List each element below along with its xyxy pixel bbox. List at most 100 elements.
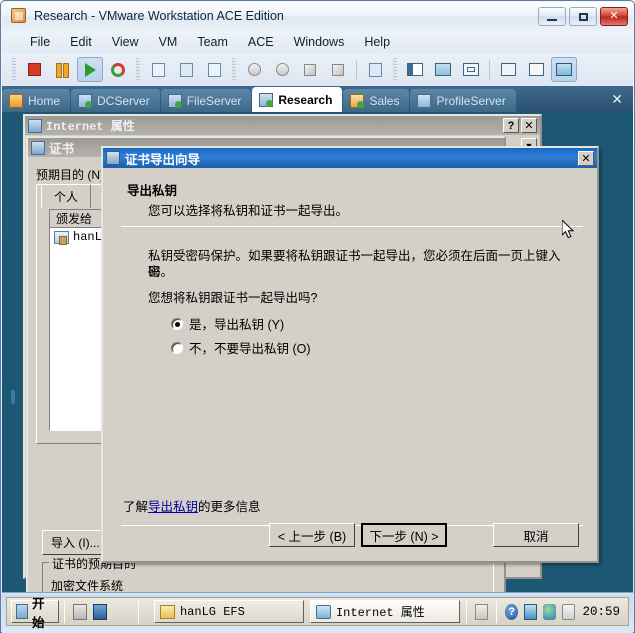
tab-profileserver[interactable]: ProfileServer <box>410 89 516 112</box>
menu-file[interactable]: File <box>20 32 60 52</box>
menu-view[interactable]: View <box>102 32 149 52</box>
tab-sales[interactable]: Sales <box>343 89 410 112</box>
reset-icon <box>111 62 125 77</box>
fullscreen-button[interactable] <box>430 57 456 82</box>
start-icon <box>16 604 29 619</box>
certificate-icon <box>54 230 69 245</box>
taskbar-separator-1 <box>63 600 65 623</box>
tab-research[interactable]: Research <box>252 87 343 112</box>
radio-export-private-key-no[interactable]: 不，不要导出私钥 (O) <box>171 338 311 357</box>
toolbar-grip-4[interactable] <box>393 58 397 81</box>
tab-label: Research <box>278 92 333 107</box>
certificate-export-wizard-dialog[interactable]: 证书导出向导 ✕ 导出私钥 您可以选择将私钥和证书一起导出。 私钥受密码保护。如… <box>101 146 599 563</box>
close-button[interactable]: ✕ <box>521 118 537 133</box>
tab-dcserver[interactable]: DCServer <box>71 89 160 112</box>
taskbar-separator-3 <box>466 600 467 623</box>
taskbar-separator-4 <box>496 600 498 623</box>
quick-switch-icon <box>463 63 479 76</box>
menu-windows[interactable]: Windows <box>284 32 355 52</box>
menu-team[interactable]: Team <box>187 32 238 52</box>
globe-icon[interactable] <box>543 603 557 620</box>
tabs-button[interactable] <box>551 57 577 82</box>
tab-personal[interactable]: 个人 <box>41 184 92 208</box>
clone-team-icon <box>275 63 289 76</box>
menu-help[interactable]: Help <box>354 32 400 52</box>
minimize-button[interactable] <box>538 7 566 26</box>
summary-button[interactable] <box>523 57 549 82</box>
suspend-button[interactable] <box>49 57 75 82</box>
menu-vm[interactable]: VM <box>149 32 188 52</box>
close-button[interactable]: ✕ <box>600 7 628 26</box>
guest-scroll-marker <box>11 390 15 404</box>
toolbar-separator-1 <box>356 59 357 80</box>
intended-purposes-group: 证书的预期目的 加密文件系统 <box>42 555 494 592</box>
certificate-icon <box>31 140 45 155</box>
snapshot-take-button[interactable] <box>145 57 171 82</box>
next-button[interactable]: 下一步 (N) > <box>361 523 447 547</box>
delete-vm-icon <box>332 63 344 76</box>
internet-properties-title: Internet 属性 <box>46 120 135 134</box>
power-on-button[interactable] <box>77 57 103 82</box>
taskbar-clock[interactable]: 20:59 <box>582 605 620 619</box>
snapshot-revert-button[interactable] <box>173 57 199 82</box>
maximize-button[interactable] <box>569 7 597 26</box>
radio-icon-selected <box>171 317 183 330</box>
wizard-icon <box>106 151 120 165</box>
wizard-body-line1: 私钥受密码保护。如果要将私钥跟证书一起导出，您必须在后面一页上键入密 <box>148 249 561 279</box>
menu-edit[interactable]: Edit <box>60 32 102 52</box>
vm-team-icon <box>350 93 365 108</box>
snapshot-manager-button[interactable] <box>201 57 227 82</box>
volume-muted-icon[interactable] <box>562 603 576 620</box>
help-icon[interactable]: ? <box>505 603 519 620</box>
internet-properties-titlebar: Internet 属性 ? ✕ <box>25 116 540 135</box>
close-icon: ✕ <box>609 10 619 22</box>
settings-icon <box>368 62 382 77</box>
network-icon[interactable] <box>524 603 538 620</box>
unity-button[interactable] <box>495 57 521 82</box>
radio-export-private-key-yes[interactable]: 是，导出私钥 (Y) <box>171 314 284 333</box>
window-title: Research - VMware Workstation ACE Editio… <box>34 9 284 23</box>
show-desktop-icon[interactable] <box>72 603 87 620</box>
show-sidebar-icon <box>407 63 423 76</box>
tab-label: Sales <box>369 93 400 108</box>
cancel-button[interactable]: 取消 <box>493 523 579 547</box>
power-off-icon <box>27 63 41 76</box>
tab-fileserver[interactable]: FileServer <box>160 89 252 112</box>
keyboard-icon[interactable] <box>475 603 489 620</box>
power-off-button[interactable] <box>21 57 47 82</box>
new-vm-button[interactable] <box>297 57 323 82</box>
help-button[interactable]: ? <box>503 118 519 133</box>
guest-vm-screen[interactable]: Internet 属性 ? ✕ ▼ 确定 取消 应用 (A) 证书 预期目的 (… <box>2 112 633 592</box>
vm-tab-bar: Home DCServer FileServer Research Sales … <box>2 86 633 112</box>
vm-icon <box>78 93 93 108</box>
toolbar-grip-3[interactable] <box>232 58 236 81</box>
back-button[interactable]: < 上一步 (B) <box>269 523 355 547</box>
tab-label: Home <box>28 93 61 108</box>
quick-switch-button[interactable] <box>458 57 484 82</box>
start-label: 开始 <box>32 596 45 630</box>
tab-home[interactable]: Home <box>2 89 71 112</box>
clone-icon <box>247 63 261 76</box>
suspend-icon <box>55 63 69 78</box>
task-button-internet-properties[interactable]: Internet 属性 <box>309 600 460 623</box>
summary-icon <box>528 63 544 76</box>
toolbar-grip[interactable] <box>12 58 16 81</box>
import-button[interactable]: 导入 (I)... <box>42 530 109 555</box>
wizard-close-button[interactable]: ✕ <box>578 150 594 166</box>
snapshot-take-icon <box>151 62 165 77</box>
clone-team-button[interactable] <box>269 57 295 82</box>
toolbar <box>2 53 633 86</box>
display-icon[interactable] <box>92 603 107 620</box>
learn-export-private-key-link[interactable]: 导出私钥 <box>148 500 198 514</box>
tab-close-icon[interactable]: ✕ <box>611 91 623 108</box>
menu-ace[interactable]: ACE <box>238 32 284 52</box>
task-button-hanlg-efs[interactable]: hanLG EFS <box>153 600 304 623</box>
start-button[interactable]: 开始 <box>11 597 59 630</box>
reset-button[interactable] <box>105 57 131 82</box>
delete-vm-button[interactable] <box>325 57 351 82</box>
clone-button[interactable] <box>241 57 267 82</box>
show-sidebar-button[interactable] <box>402 57 428 82</box>
settings-button[interactable] <box>362 57 388 82</box>
guest-desktop-background <box>2 112 21 592</box>
toolbar-grip-2[interactable] <box>136 58 140 81</box>
